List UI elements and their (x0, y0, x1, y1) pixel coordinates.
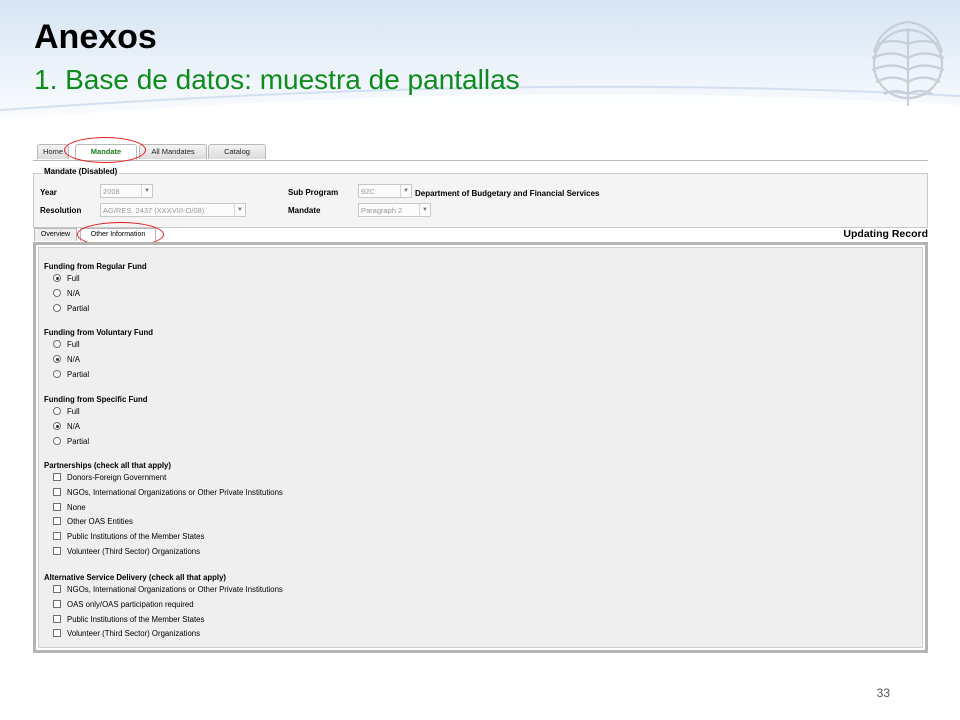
option-label: OAS only/OAS participation required (67, 599, 194, 609)
option-label: N/A (67, 288, 80, 298)
group-title: Funding from Regular Fund (44, 262, 147, 271)
chevron-down-icon: ▼ (400, 185, 411, 197)
radio-button[interactable] (53, 421, 61, 430)
mandate-select[interactable]: Paragraph 2 ▼ (358, 203, 431, 217)
option-label: Full (67, 407, 80, 416)
slide-title: Anexos (34, 18, 157, 56)
radio-button[interactable] (53, 340, 61, 348)
year-select[interactable]: 2008 ▼ (100, 184, 153, 198)
radio-button[interactable] (53, 274, 61, 282)
option-label: N/A (67, 421, 80, 431)
checkbox[interactable] (53, 585, 61, 593)
group-title: Funding from Voluntary Fund (44, 328, 153, 337)
sub-tab-bar: Overview Other Information (33, 228, 928, 242)
other-information-panel: Funding from Regular Fund Full N/A Partial F… (33, 242, 928, 653)
option-label: NGOs, International Organizations or Oth… (67, 487, 283, 497)
checkbox[interactable] (53, 517, 61, 526)
option-label: Donors-Foreign Government (67, 473, 167, 482)
option-label: Public Institutions of the Member States (67, 532, 205, 542)
chevron-down-icon: ▼ (234, 204, 245, 216)
main-tab-bar: Home Mandate All Mandates Catalog (33, 144, 928, 161)
radio-button[interactable] (53, 303, 61, 312)
option-label: Partial (67, 436, 90, 446)
checkbox[interactable] (53, 532, 61, 541)
app-screenshot: Home Mandate All Mandates Catalog Mandat… (33, 137, 928, 654)
resolution-value: AG/RES. 2437 (XXXVIII-O/08) (103, 206, 205, 215)
tab-mandate[interactable]: Mandate (75, 144, 137, 160)
option-label: Volunteer (Third Sector) Organizations (67, 547, 201, 556)
year-value: 2008 (103, 187, 120, 196)
group-title: Alternative Service Delivery (check all … (44, 573, 227, 582)
radio-button[interactable] (53, 354, 61, 363)
checkbox[interactable] (53, 547, 61, 555)
option-label: Partial (67, 303, 90, 313)
fieldset-legend: Mandate (Disabled) (42, 167, 120, 176)
tab-home[interactable]: Home (37, 144, 69, 159)
mandate-value: Paragraph 2 (361, 206, 403, 215)
slide-subtitle: 1. Base de datos: muestra de pantallas (34, 64, 520, 95)
year-label: Year (40, 188, 57, 197)
mandate-label: Mandate (288, 206, 321, 215)
checkbox[interactable] (53, 473, 61, 481)
option-label: NGOs, International Organizations or Oth… (67, 585, 283, 594)
status-text: Updating Record (843, 228, 928, 240)
option-label: Full (67, 340, 80, 349)
option-label: N/A (67, 354, 80, 364)
subprogram-value: 92C (361, 187, 375, 196)
radio-button[interactable] (53, 369, 61, 378)
checkbox[interactable] (53, 614, 61, 623)
checkbox[interactable] (53, 629, 61, 638)
tab-overview[interactable]: Overview (34, 228, 77, 241)
radio-button[interactable] (53, 288, 61, 297)
mandate-fieldset: Mandate (Disabled) Year 2008 ▼ Resolutio… (33, 167, 928, 228)
resolution-select[interactable]: AG/RES. 2437 (XXXVIII-O/08) ▼ (100, 203, 246, 217)
tab-all-mandates[interactable]: All Mandates (139, 144, 207, 159)
option-label: Volunteer (Third Sector) Organizations (67, 629, 201, 639)
subprogram-select[interactable]: 92C ▼ (358, 184, 412, 198)
subprogram-label: Sub Program (288, 188, 339, 197)
chevron-down-icon: ▼ (419, 204, 430, 216)
chevron-down-icon: ▼ (141, 185, 152, 197)
option-label: Full (67, 274, 80, 283)
department-name: Department of Budgetary and Financial Se… (415, 189, 600, 198)
radio-button[interactable] (53, 407, 61, 415)
panel-content: Funding from Regular Fund Full N/A Partial F… (38, 247, 923, 648)
group-title: Partnerships (check all that apply) (44, 461, 171, 470)
oas-emblem-logo (871, 20, 945, 106)
option-label: None (67, 502, 86, 512)
tab-other-information[interactable]: Other Information (80, 228, 156, 241)
checkbox[interactable] (53, 487, 61, 496)
checkbox[interactable] (53, 599, 61, 608)
resolution-label: Resolution (40, 206, 82, 215)
option-label: Public Institutions of the Member States (67, 614, 205, 624)
group-title: Funding from Specific Fund (44, 395, 148, 404)
radio-button[interactable] (53, 436, 61, 445)
checkbox[interactable] (53, 502, 61, 511)
option-label: Other OAS Entities (67, 517, 133, 527)
option-label: Partial (67, 369, 90, 379)
tab-catalog[interactable]: Catalog (208, 144, 266, 159)
page-number: 33 (876, 686, 890, 700)
